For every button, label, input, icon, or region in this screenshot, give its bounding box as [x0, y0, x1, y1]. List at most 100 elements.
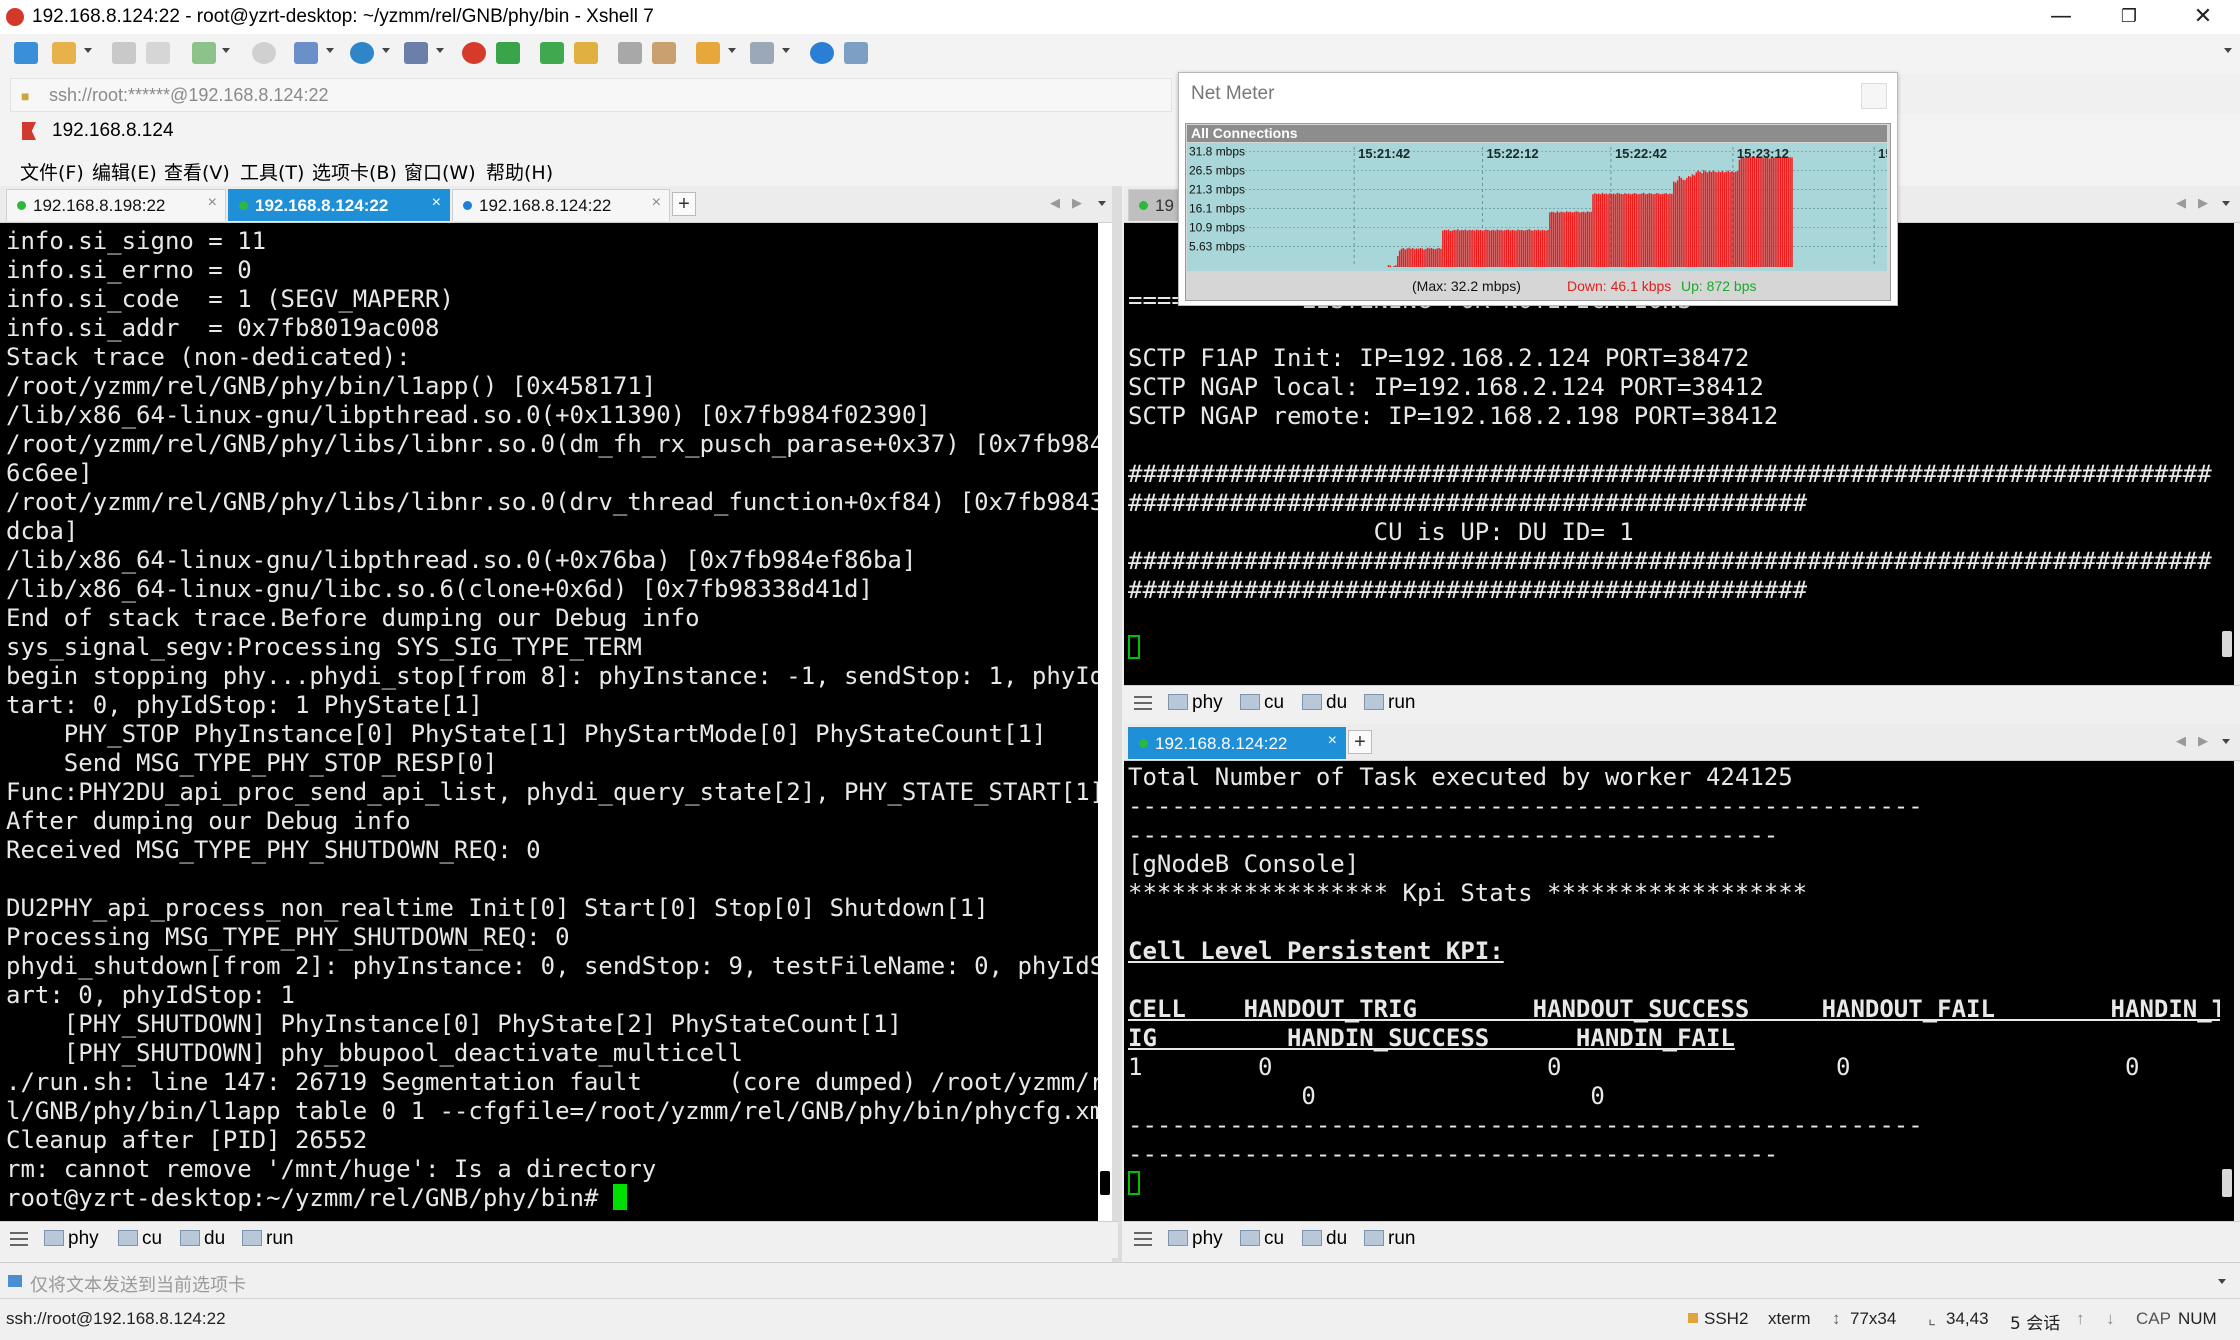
menu-file[interactable]: 文件(F): [20, 158, 84, 185]
scroll-thumb[interactable]: [1100, 1171, 1110, 1195]
address-input[interactable]: ■ ssh://root:******@192.168.8.124:22: [10, 78, 1172, 112]
tab-scroll-right-icon[interactable]: ▶: [1072, 195, 1082, 211]
tile-icon[interactable]: [750, 42, 774, 64]
new-tab-button[interactable]: +: [672, 192, 696, 216]
close-window-button[interactable]: ✕: [2170, 0, 2236, 34]
menu-icon[interactable]: [1134, 1232, 1152, 1246]
session-label: run: [1388, 1228, 1416, 1249]
connect-icon[interactable]: [112, 42, 136, 64]
chevron-down-icon[interactable]: [782, 48, 790, 53]
search-icon[interactable]: [252, 42, 276, 64]
xftp-icon[interactable]: [462, 42, 486, 64]
tab-list-chevron-down-icon[interactable]: [1098, 201, 1106, 206]
net-meter-window[interactable]: Net Meter All Connections 31.8 mbps 26.5 …: [1178, 72, 1898, 306]
traffic-bar: [1564, 212, 1566, 267]
keyboard-icon[interactable]: [618, 42, 642, 64]
session-button-phy[interactable]: phy: [1168, 692, 1223, 714]
session-button-du[interactable]: du: [180, 1228, 225, 1250]
chevron-down-icon[interactable]: [2224, 48, 2232, 53]
close-tab-icon[interactable]: ×: [1328, 732, 1337, 750]
menu-tools[interactable]: 工具(T): [240, 158, 304, 185]
disconnect-icon[interactable]: [146, 42, 170, 64]
session-button-phy[interactable]: phy: [44, 1228, 99, 1250]
open-folder-icon[interactable]: [52, 42, 76, 64]
session-button-cu[interactable]: cu: [1240, 1228, 1284, 1250]
traffic-bar: [1427, 247, 1429, 267]
globe-icon[interactable]: [350, 42, 374, 64]
session-button-du[interactable]: du: [1302, 692, 1347, 714]
right-bottom-scrollbar[interactable]: [2220, 761, 2234, 1221]
tab-list-chevron-down-icon[interactable]: [2222, 739, 2230, 744]
new-tab-button[interactable]: +: [1348, 730, 1372, 754]
quick-connect-host[interactable]: 192.168.8.124: [52, 120, 174, 142]
chevron-down-icon[interactable]: [728, 48, 736, 53]
help-icon[interactable]: [810, 42, 834, 64]
new-session-icon[interactable]: [14, 42, 38, 64]
session-button-du[interactable]: du: [1302, 1228, 1347, 1250]
right-top-scrollbar[interactable]: [2220, 223, 2234, 685]
tab-session-198[interactable]: 192.168.8.198:22 ×: [6, 189, 226, 221]
menu-icon[interactable]: [1134, 696, 1152, 710]
traffic-bar: [1466, 230, 1468, 267]
font-icon[interactable]: [404, 42, 428, 64]
left-terminal[interactable]: info.si_signo = 11 info.si_errno = 0 info.…: [0, 223, 1100, 1221]
reconnect-icon[interactable]: [192, 42, 216, 64]
net-meter-close-button[interactable]: [1861, 83, 1887, 109]
session-button-run[interactable]: run: [1364, 692, 1415, 714]
session-button-cu[interactable]: cu: [118, 1228, 162, 1250]
tab-scroll-left-icon[interactable]: ◀: [2176, 733, 2186, 749]
close-tab-icon[interactable]: ×: [652, 194, 661, 212]
left-terminal-scrollbar[interactable]: [1098, 223, 1112, 1221]
status-terminal: xterm: [1768, 1309, 1811, 1328]
properties-icon[interactable]: [294, 42, 318, 64]
session-up-icon[interactable]: ↑: [2076, 1309, 2085, 1329]
tab-scroll-right-icon[interactable]: ▶: [2198, 733, 2208, 749]
close-tab-icon[interactable]: ×: [432, 194, 441, 212]
chevron-down-icon[interactable]: [326, 48, 334, 53]
chevron-down-icon[interactable]: [382, 48, 390, 53]
tab-list-chevron-down-icon[interactable]: [2222, 201, 2230, 206]
traffic-bar: [1659, 194, 1662, 267]
menu-window[interactable]: 窗口(W): [404, 158, 476, 185]
chevron-down-icon[interactable]: [222, 48, 230, 53]
traffic-bar: [1537, 229, 1540, 267]
session-button-run[interactable]: run: [242, 1228, 293, 1250]
tab-scroll-left-icon[interactable]: ◀: [2176, 195, 2186, 211]
menu-edit[interactable]: 编辑(E): [92, 158, 157, 185]
close-tab-icon[interactable]: ×: [208, 194, 217, 212]
minimize-button[interactable]: —: [2028, 0, 2094, 34]
tab-scroll-left-icon[interactable]: ◀: [1050, 195, 1060, 211]
traffic-bar: [1590, 211, 1592, 267]
tab-scroll-right-icon[interactable]: ▶: [2198, 195, 2208, 211]
tab-right-bottom[interactable]: 192.168.8.124:22 ×: [1128, 727, 1346, 759]
traffic-bar: [1545, 230, 1547, 267]
chevron-down-icon[interactable]: [436, 48, 444, 53]
chevron-down-icon[interactable]: [84, 48, 92, 53]
lock-icon[interactable]: [574, 42, 598, 64]
session-down-icon[interactable]: ↓: [2106, 1309, 2115, 1329]
tab-session-124-info[interactable]: 192.168.8.124:22 ×: [452, 189, 670, 221]
session-button-run[interactable]: run: [1364, 1228, 1415, 1250]
right-bottom-terminal[interactable]: Total Number of Task executed by worker …: [1124, 761, 2222, 1221]
chevron-down-icon[interactable]: [2218, 1279, 2226, 1284]
script-icon[interactable]: [652, 42, 676, 64]
scroll-thumb[interactable]: [2222, 631, 2232, 657]
scroll-thumb[interactable]: [2222, 1169, 2232, 1197]
xmanager-icon[interactable]: [496, 42, 520, 64]
tab-session-124-active[interactable]: 192.168.8.124:22 ×: [228, 189, 450, 221]
menu-icon[interactable]: [10, 1232, 28, 1246]
menu-view[interactable]: 查看(V): [164, 158, 230, 185]
session-button-cu[interactable]: cu: [1240, 692, 1284, 714]
pane-splitter[interactable]: [1112, 186, 1122, 1262]
menu-help[interactable]: 帮助(H): [486, 158, 553, 185]
session-button-phy[interactable]: phy: [1168, 1228, 1223, 1250]
fullscreen-icon[interactable]: [540, 42, 564, 64]
traffic-bar: [1515, 230, 1517, 267]
traffic-bar: [1474, 230, 1476, 267]
menu-tabs[interactable]: 选项卡(B): [312, 158, 397, 185]
layout-icon[interactable]: [696, 42, 720, 64]
restore-button[interactable]: ❐: [2096, 0, 2162, 34]
chat-icon[interactable]: [844, 42, 868, 64]
compose-bar[interactable]: 仅将文本发送到当前选项卡: [0, 1262, 2240, 1299]
toolbar: [0, 34, 2240, 74]
